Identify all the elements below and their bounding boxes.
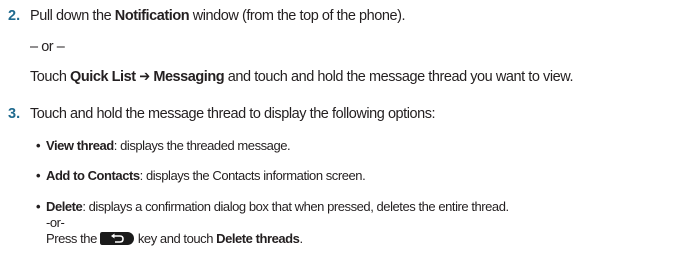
bullet-icon: • bbox=[36, 199, 41, 214]
step-2-instruction: Pull down the Notification window (from … bbox=[30, 8, 406, 24]
or-separator: – or – bbox=[30, 39, 65, 55]
option-title: View thread bbox=[46, 138, 114, 153]
text-run: Touch bbox=[30, 69, 71, 85]
step-number: 3. bbox=[8, 106, 21, 122]
text-run: . bbox=[299, 231, 303, 246]
option-title: Add to Contacts bbox=[46, 168, 140, 183]
option-description: : displays the Contacts information scre… bbox=[139, 168, 366, 183]
option-title: Delete bbox=[46, 199, 83, 214]
manual-page: 2. Pull down the Notification window (fr… bbox=[0, 0, 696, 268]
back-key-icon bbox=[99, 232, 134, 245]
text-run: Pull down the bbox=[30, 8, 115, 24]
text-run: window (from the top of the phone). bbox=[189, 8, 406, 24]
arrow-icon: ➔ bbox=[139, 69, 150, 85]
alt-or-separator: -or- bbox=[46, 215, 65, 230]
option-description: : displays a confirmation dialog box tha… bbox=[82, 199, 509, 214]
messaging-term: Messaging bbox=[153, 69, 225, 85]
list-item: • Add to Contacts: displays the Contacts … bbox=[36, 168, 366, 183]
bullet-icon: • bbox=[36, 138, 41, 153]
step-3-instruction: Touch and hold the message thread to dis… bbox=[30, 106, 436, 122]
quick-list-term: Quick List bbox=[70, 69, 136, 85]
list-item: • View thread: displays the threaded mess… bbox=[36, 138, 291, 153]
option-description: : displays the threaded message. bbox=[113, 138, 291, 153]
delete-threads-term: Delete threads bbox=[216, 231, 300, 246]
list-item: • Delete: displays a confirmation dialog … bbox=[36, 199, 509, 214]
step-2-alternative: Touch Quick List ➔ Messaging and touch a… bbox=[30, 69, 573, 85]
notification-term: Notification bbox=[114, 8, 190, 24]
step-number: 2. bbox=[8, 8, 21, 24]
text-run: Press the bbox=[46, 231, 97, 246]
press-key-instruction: Press the key and touch Delete threads. bbox=[46, 231, 303, 246]
text-run: key and touch bbox=[137, 231, 217, 246]
bullet-icon: • bbox=[36, 168, 41, 183]
text-run: and touch and hold the message thread yo… bbox=[224, 69, 574, 85]
